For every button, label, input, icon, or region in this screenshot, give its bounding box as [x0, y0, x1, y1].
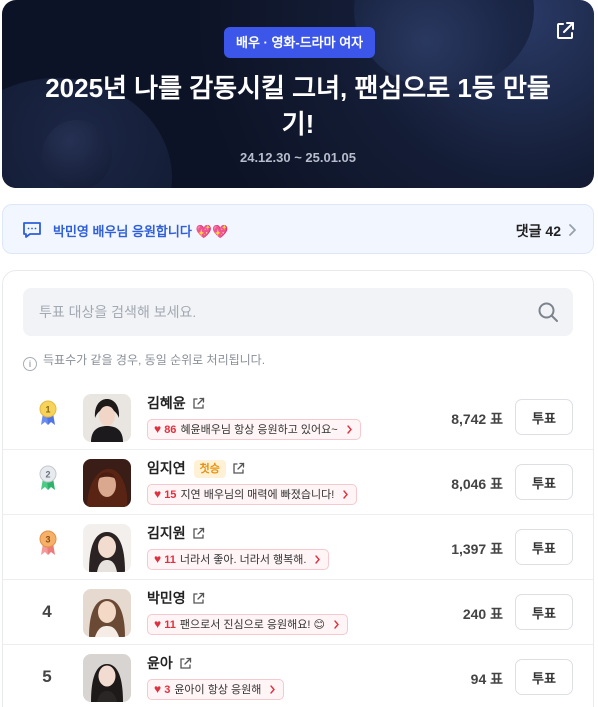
ranking-card: i 득표수가 같을 경우, 동일 순위로 처리됩니다. 1 김혜윤 ♥ 86혜윤배…	[2, 270, 594, 707]
event-period: 24.12.30 ~ 25.01.05	[239, 150, 357, 165]
heart-icon: ♥	[154, 487, 162, 501]
candidate-name[interactable]: 박민영	[147, 588, 205, 608]
candidate-name[interactable]: 김혜윤	[147, 393, 205, 413]
cheer-bubble[interactable]: ♥ 15 지연 배우님의 매력에 빠졌습니다!	[147, 484, 358, 505]
cheer-text: 혜윤배우님 항상 응원하고 있어요~	[180, 424, 338, 436]
cheer-bar[interactable]: 박민영 배우님 응원합니다 💖💖 댓글 42	[2, 204, 594, 254]
event-banner: 배우 · 영화-드라마 여자 2025년 나를 감동시킬 그녀, 팬심으로 1등…	[2, 0, 594, 188]
silver-medal-icon: 2	[39, 465, 57, 490]
cheer-count: 3	[164, 684, 171, 696]
chevron-right-icon	[347, 425, 352, 434]
medal-rank: 2	[45, 470, 50, 480]
avatar[interactable]	[83, 654, 131, 702]
heart-icon: ♥	[154, 682, 162, 696]
cheer-text: 너라서 좋아. 너라서 행복해.	[179, 554, 307, 566]
cheer-bubble[interactable]: ♥ 86 혜윤배우님 항상 응원하고 있어요~	[147, 419, 361, 440]
first-win-badge: 첫승	[193, 460, 226, 478]
cheer-count: 11	[164, 619, 176, 631]
cheer-text: 지연 배우님의 매력에 빠졌습니다!	[180, 489, 335, 501]
chevron-right-icon	[270, 685, 276, 694]
candidate-name[interactable]: 김지원	[147, 523, 205, 543]
cheer-text: 윤아이 항상 응원해	[174, 684, 262, 696]
medal-rank: 3	[45, 535, 50, 545]
vote-count: 8,046 표	[451, 476, 503, 492]
candidate-name-text: 임지연	[147, 460, 186, 476]
vote-button[interactable]: 투표	[515, 399, 573, 435]
chevron-right-icon	[569, 224, 576, 236]
event-title: 2025년 나를 감동시킬 그녀, 팬심으로 1등 만들기!	[45, 73, 551, 139]
cheer-count: 86	[164, 424, 177, 436]
external-link-icon[interactable]	[192, 397, 205, 410]
rank-number: 5	[42, 667, 52, 686]
external-link-icon[interactable]	[232, 462, 245, 475]
candidate-name-text: 박민영	[147, 590, 186, 606]
tie-notice: i 득표수가 같을 경우, 동일 순위로 처리됩니다.	[23, 351, 265, 371]
ranking-row: 4 박민영 ♥ 11 팬으로서 진심으로 응원해요! 😊 240 표 투표	[3, 580, 593, 645]
avatar[interactable]	[83, 459, 131, 507]
vote-button[interactable]: 투표	[515, 529, 573, 565]
vote-count: 94 표	[470, 671, 503, 687]
cheer-bubble[interactable]: ♥ 11 팬으로서 진심으로 응원해요! 😊	[147, 614, 348, 635]
info-icon: i	[23, 357, 37, 371]
heart-icon: ♥	[154, 617, 162, 631]
external-link-icon[interactable]	[179, 657, 192, 670]
candidate-name[interactable]: 임지연 첫승	[147, 458, 245, 478]
tie-notice-text: 득표수가 같을 경우, 동일 순위로 처리됩니다.	[43, 353, 266, 367]
medal-rank: 1	[45, 405, 50, 415]
cheer-text: 팬으로서 진심으로 응원해요! 😊	[179, 619, 325, 631]
cheer-message: 박민영 배우님 응원합니다 💖💖	[53, 221, 228, 240]
ranking-row: 2 임지연 첫승 ♥ 15 지연 배우님의 매력에 빠졌습니다! 8,046 표 투…	[3, 450, 593, 515]
search-icon[interactable]	[537, 301, 559, 323]
avatar[interactable]	[83, 589, 131, 637]
external-link-icon[interactable]	[192, 592, 205, 605]
cheer-emoji: 💖💖	[195, 224, 229, 239]
vote-button[interactable]: 투표	[515, 659, 573, 695]
vote-button[interactable]: 투표	[515, 594, 573, 630]
chevron-right-icon	[334, 620, 339, 629]
gold-medal-icon: 1	[39, 400, 57, 425]
ranking-row: 3 김지원 ♥ 11 너라서 좋아. 너라서 행복해. 1,397 표 투표	[3, 515, 593, 580]
search-input[interactable]	[23, 288, 523, 336]
candidate-name-text: 김지원	[147, 525, 186, 541]
search-box[interactable]	[23, 288, 573, 336]
ranking-row: 1 김혜윤 ♥ 86 혜윤배우님 항상 응원하고 있어요~ 8,742 표 투표	[3, 385, 593, 450]
avatar[interactable]	[83, 524, 131, 572]
bronze-medal-icon: 3	[39, 530, 57, 555]
external-link-icon[interactable]	[192, 527, 205, 540]
cheer-count: 11	[164, 554, 176, 566]
ranking-row: 5 윤아 ♥ 3 윤아이 항상 응원해 94 표 투표	[3, 645, 593, 707]
cheer-bubble[interactable]: ♥ 11 너라서 좋아. 너라서 행복해.	[147, 549, 330, 570]
rank-number: 4	[42, 602, 52, 621]
cheer-count: 15	[164, 489, 177, 501]
cheer-message-text: 박민영 배우님 응원합니다	[53, 224, 192, 239]
heart-icon: ♥	[154, 422, 162, 436]
external-link-icon[interactable]	[554, 20, 576, 42]
chat-icon	[23, 222, 41, 238]
candidate-name-text: 김혜윤	[147, 395, 186, 411]
candidate-name-text: 윤아	[147, 655, 173, 671]
avatar[interactable]	[83, 394, 131, 442]
chevron-right-icon	[343, 490, 349, 499]
heart-icon: ♥	[154, 552, 162, 566]
vote-count: 1,397 표	[451, 541, 503, 557]
vote-button[interactable]: 투표	[515, 464, 573, 500]
cheer-bubble[interactable]: ♥ 3 윤아이 항상 응원해	[147, 679, 285, 700]
candidate-name[interactable]: 윤아	[147, 653, 192, 673]
chevron-right-icon	[315, 555, 321, 564]
vote-count: 240 표	[462, 606, 503, 622]
comments-count[interactable]: 댓글 42	[516, 221, 561, 241]
category-badge: 배우 · 영화-드라마 여자	[224, 27, 376, 58]
vote-count: 8,742 표	[451, 411, 503, 427]
